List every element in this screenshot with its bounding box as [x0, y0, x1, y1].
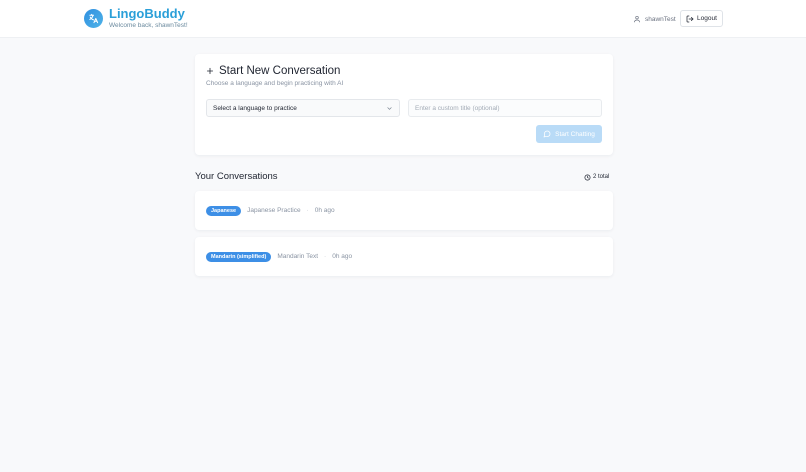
new-conversation-heading: Start New Conversation: [219, 65, 341, 77]
language-badge: Mandarin (simplified): [206, 251, 272, 262]
conversation-time: 0h ago: [314, 207, 335, 214]
chevron-down-icon: [387, 106, 392, 110]
language-badge: Japanese: [206, 205, 242, 216]
new-conversation-title: Start New Conversation: [206, 64, 340, 78]
separator-dot: ·: [306, 207, 309, 214]
plus-icon: [206, 67, 214, 75]
top-header: LingoBuddy Welcome back, shawnTest! shaw…: [0, 0, 806, 38]
conversation-count-label: 2 total: [593, 174, 610, 180]
conversation-title: Japanese Practice: [247, 207, 301, 214]
conversation-count: 2 total: [584, 173, 609, 181]
new-conversation-subtitle: Choose a language and begin practicing w…: [206, 80, 344, 87]
welcome-message: Welcome back, shawnTest!: [109, 22, 188, 29]
username-label: shawnTest: [645, 15, 676, 23]
conversation-card[interactable]: Japanese Japanese Practice · 0h ago: [195, 191, 613, 230]
chat-bubble-icon: [543, 130, 551, 138]
logout-button[interactable]: Logout: [680, 10, 723, 27]
start-chatting-button[interactable]: Start Chatting: [536, 125, 602, 143]
logout-label: Logout: [697, 15, 717, 22]
clock-icon: [584, 174, 591, 180]
conversation-row: Japanese Japanese Practice · 0h ago: [206, 191, 335, 230]
logout-icon: [686, 15, 694, 22]
user-icon: [634, 16, 640, 23]
conversation-title: Mandarin Text: [277, 253, 319, 260]
conversation-card[interactable]: Mandarin (simplified) Mandarin Text · 0h…: [195, 237, 613, 276]
conversation-time: 0h ago: [332, 253, 353, 260]
separator-dot: ·: [324, 253, 327, 260]
brand-name[interactable]: LingoBuddy: [109, 7, 185, 21]
language-select-label: Select a language to practice: [213, 104, 297, 112]
conversations-heading: Your Conversations: [195, 171, 278, 182]
new-conversation-card: Start New Conversation Choose a language…: [195, 54, 613, 155]
custom-title-input[interactable]: [408, 99, 602, 117]
language-select[interactable]: Select a language to practice: [206, 99, 400, 117]
start-chatting-label: Start Chatting: [555, 130, 595, 138]
conversation-row: Mandarin (simplified) Mandarin Text · 0h…: [206, 237, 352, 276]
user-info: shawnTest: [633, 13, 676, 25]
translate-icon[interactable]: [84, 9, 103, 28]
